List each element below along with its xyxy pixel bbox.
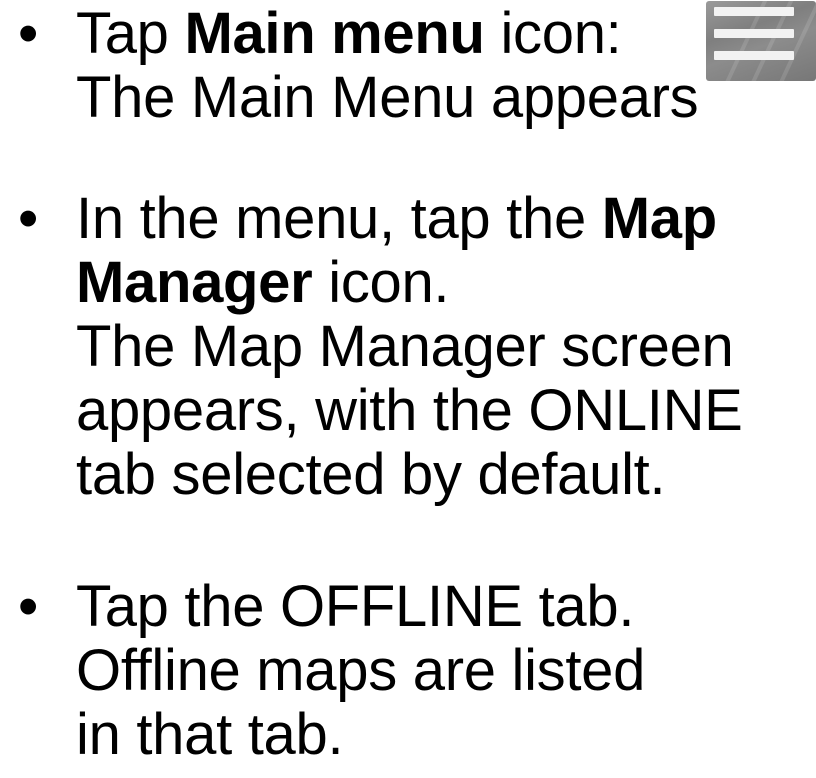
line-bold-text: Map [601, 186, 717, 251]
line-text: icon. [312, 250, 450, 315]
line-bold-text: Main menu [184, 1, 485, 66]
step-line: Tap Main menu icon: [76, 1, 622, 66]
step-line: tab selected by default. [76, 442, 666, 507]
step-line: In the menu, tap the Map [76, 187, 717, 251]
step-line: appears, with the ONLINE [76, 378, 743, 443]
step-line: Manager icon. [76, 250, 450, 315]
line-text: icon: [484, 1, 622, 66]
bullet: • [18, 186, 39, 251]
line-text: In the menu, tap the [76, 186, 602, 251]
line-text: Tap [76, 1, 185, 66]
bullet: • [18, 574, 39, 639]
bullet: • [18, 1, 39, 66]
step-line: The Main Menu appears [76, 65, 699, 130]
hamburger-menu-icon [706, 1, 816, 81]
step-line: in that tab. [76, 702, 344, 767]
step-line: The Map Manager screen [76, 314, 734, 379]
line-bold-text: Manager [76, 250, 313, 315]
step-line: Offline maps are listed [76, 638, 646, 703]
step-line: Tap the OFFLINE tab. [76, 574, 635, 639]
